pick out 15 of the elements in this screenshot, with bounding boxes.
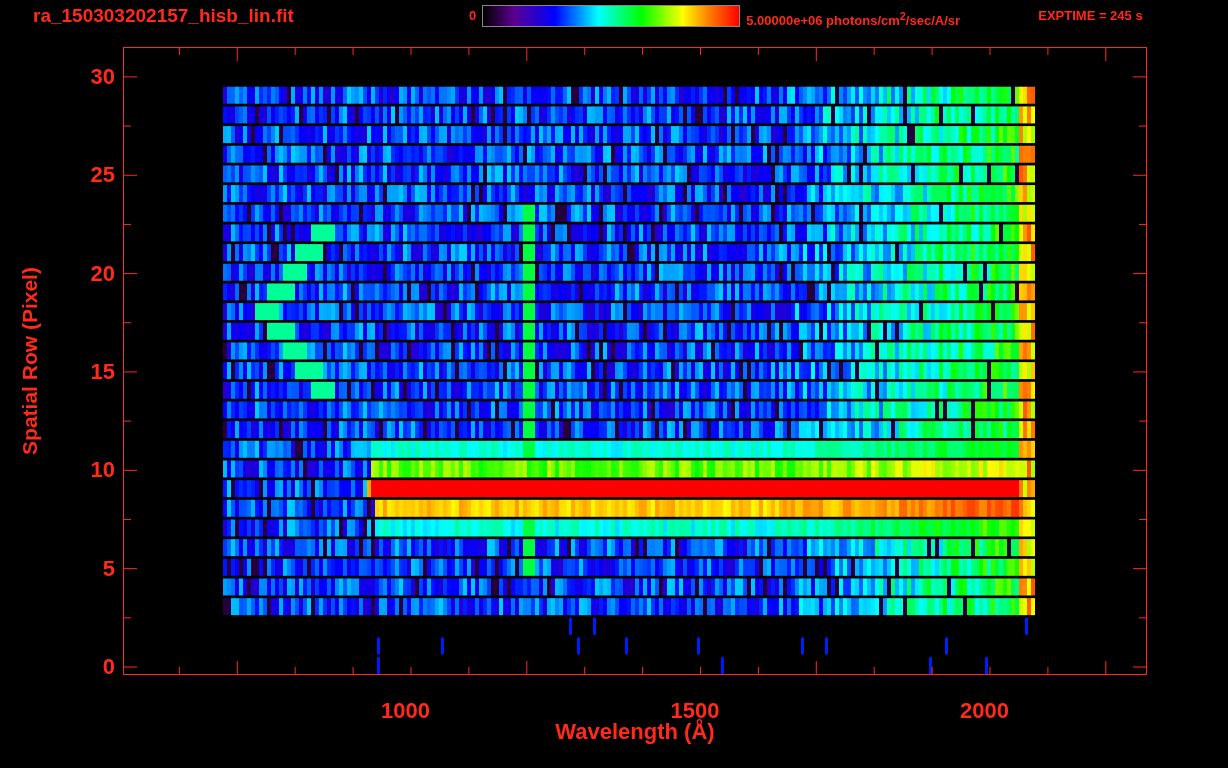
y-tick-label: 5 bbox=[102, 556, 115, 581]
y-tick-label: 25 bbox=[90, 163, 115, 188]
file-title: ra_150303202157_hisb_lin.fit bbox=[33, 5, 295, 27]
y-tick-label: 20 bbox=[90, 261, 115, 286]
y-tick-label: 0 bbox=[102, 655, 115, 679]
y-axis-label: Spatial Row (Pixel) bbox=[18, 267, 42, 455]
y-tick-label: 30 bbox=[90, 64, 115, 89]
colorbar-max-label: 5.00000e+06 photons/cm$^{2}$/sec/A/sr bbox=[746, 9, 962, 31]
x-axis-label: Wavelength (Å) bbox=[555, 719, 715, 745]
x-tick-label: 2000 bbox=[960, 699, 1009, 723]
x-tick-label: 1000 bbox=[381, 699, 430, 723]
exposure-time: EXPTIME = 245 s bbox=[1038, 7, 1143, 25]
y-tick-label: 15 bbox=[90, 359, 115, 384]
colorbar-min-label: 0 bbox=[469, 7, 477, 25]
y-tick-label: 10 bbox=[90, 458, 115, 483]
